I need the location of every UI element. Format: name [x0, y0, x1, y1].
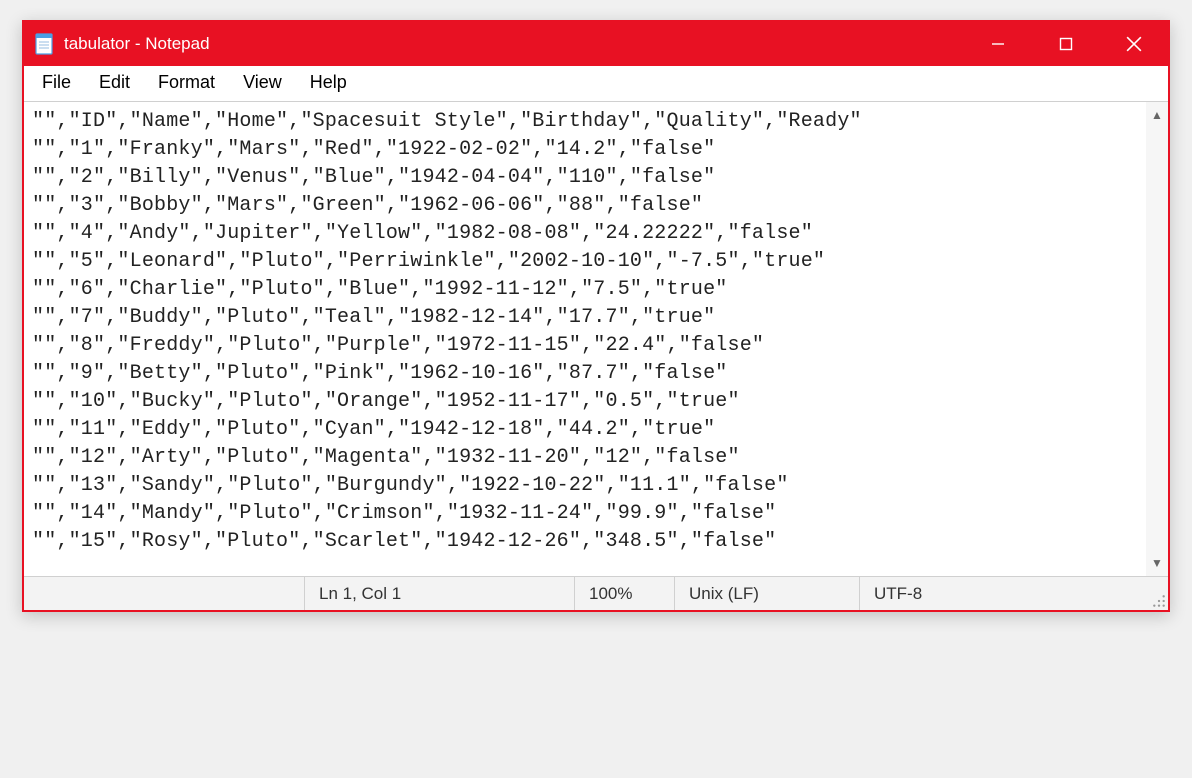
menu-edit[interactable]: Edit — [87, 70, 142, 95]
menu-file[interactable]: File — [30, 70, 83, 95]
scroll-up-icon[interactable]: ▲ — [1151, 108, 1163, 122]
status-eol: Unix (LF) — [674, 577, 859, 610]
status-spacer — [24, 577, 304, 610]
status-encoding: UTF-8 — [859, 577, 1146, 610]
resize-grip-icon[interactable] — [1146, 577, 1168, 610]
window-controls — [964, 22, 1168, 66]
notepad-icon — [34, 32, 54, 56]
status-position: Ln 1, Col 1 — [304, 577, 574, 610]
menu-help[interactable]: Help — [298, 70, 359, 95]
status-zoom: 100% — [574, 577, 674, 610]
text-editor[interactable]: "","ID","Name","Home","Spacesuit Style",… — [24, 102, 1146, 576]
menubar: File Edit Format View Help — [24, 66, 1168, 101]
minimize-button[interactable] — [964, 22, 1032, 66]
scroll-down-icon[interactable]: ▼ — [1151, 556, 1163, 570]
vertical-scrollbar[interactable]: ▲ ▼ — [1146, 102, 1168, 576]
menu-view[interactable]: View — [231, 70, 294, 95]
menu-format[interactable]: Format — [146, 70, 227, 95]
close-button[interactable] — [1100, 22, 1168, 66]
maximize-button[interactable] — [1032, 22, 1100, 66]
editor-wrap: "","ID","Name","Home","Spacesuit Style",… — [24, 101, 1168, 576]
statusbar: Ln 1, Col 1 100% Unix (LF) UTF-8 — [24, 576, 1168, 610]
notepad-window: tabulator - Notepad File Edit Format Vie… — [22, 20, 1170, 612]
titlebar[interactable]: tabulator - Notepad — [24, 22, 1168, 66]
window-title: tabulator - Notepad — [54, 34, 964, 54]
